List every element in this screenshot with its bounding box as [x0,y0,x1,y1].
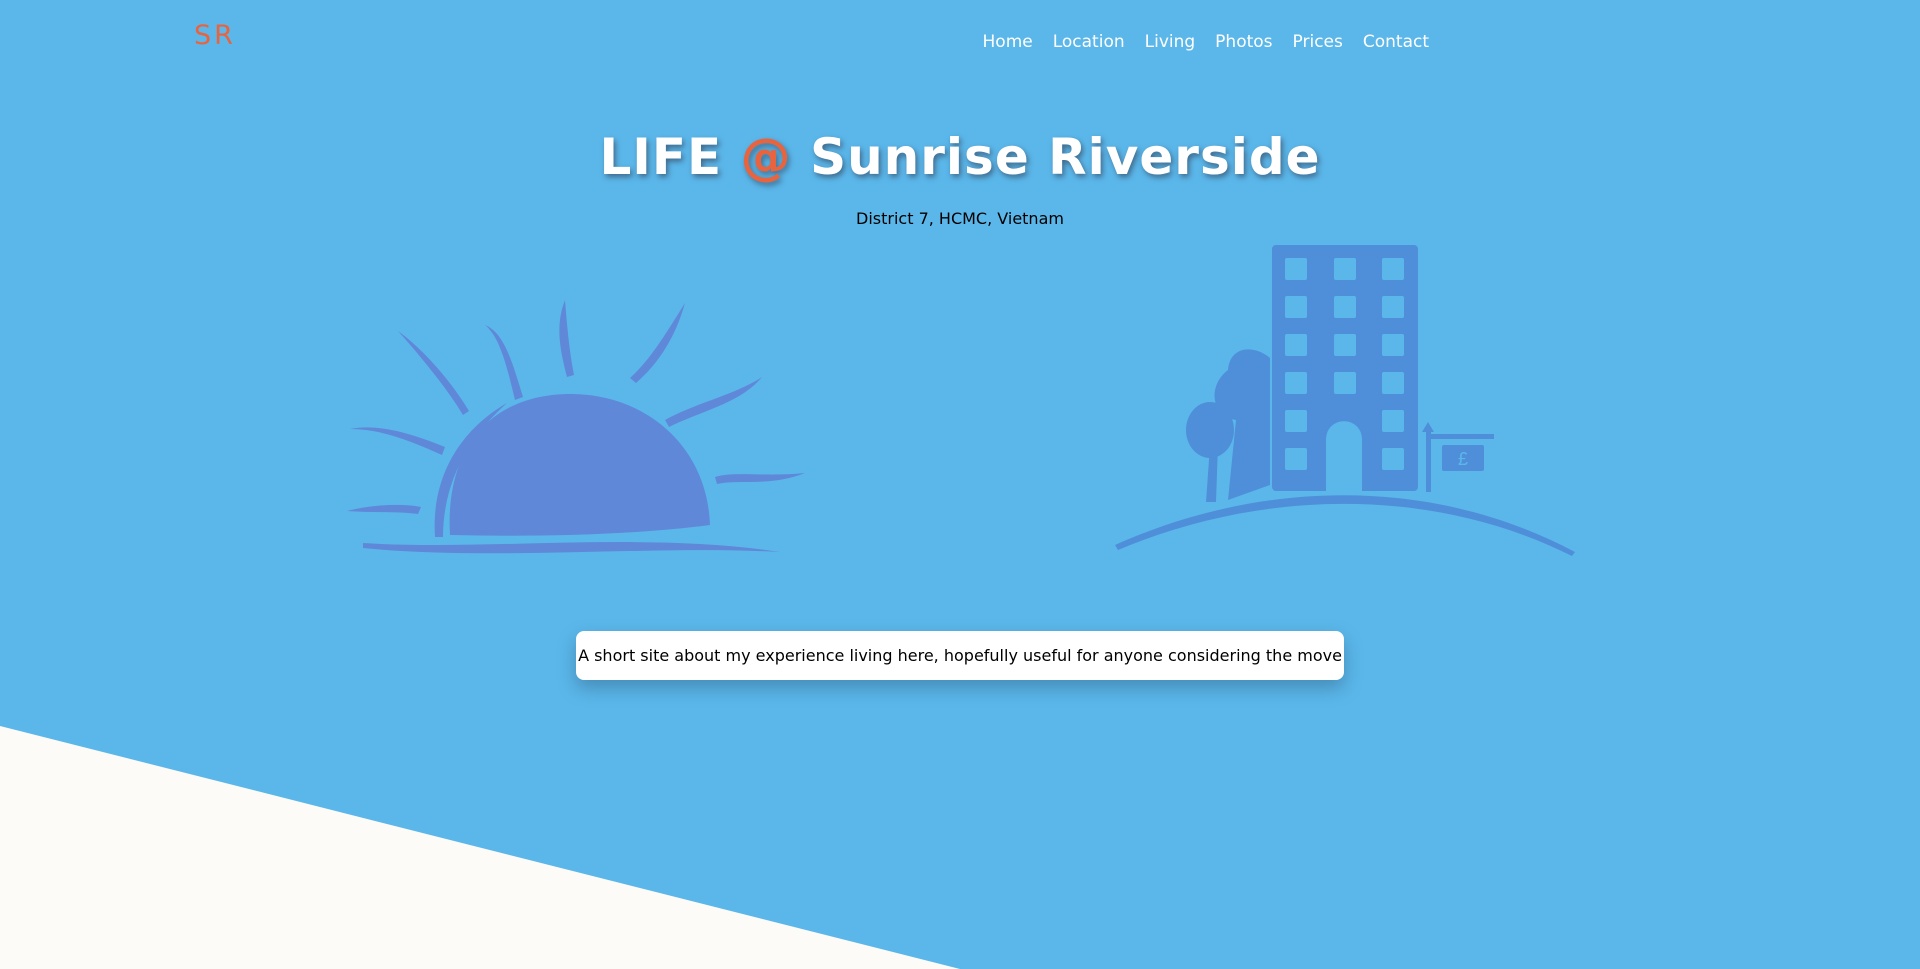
nav-prices[interactable]: Prices [1293,32,1343,52]
title-at: @ [740,128,792,186]
title-part-1: LIFE [599,128,723,186]
nav-home[interactable]: Home [983,32,1033,52]
intro-box: A short site about my experience living … [576,631,1344,680]
apartment-building-icon: £ [1115,245,1575,556]
nav-location[interactable]: Location [1053,32,1125,52]
main-nav: Home Location Living Photos Prices Conta… [983,32,1429,52]
pound-sign-icon: £ [1458,449,1468,469]
logo[interactable]: SR [194,20,236,51]
page-subtitle: District 7, HCMC, Vietnam [856,209,1064,228]
page-title: LIFE @ Sunrise Riverside [0,128,1920,186]
nav-photos[interactable]: Photos [1215,32,1272,52]
title-part-2: Sunrise Riverside [810,128,1321,186]
landing-page: SR Home Location Living Photos Prices Co… [0,0,1920,969]
sunrise-icon [347,300,805,554]
nav-living[interactable]: Living [1145,32,1196,52]
nav-contact[interactable]: Contact [1363,32,1429,52]
